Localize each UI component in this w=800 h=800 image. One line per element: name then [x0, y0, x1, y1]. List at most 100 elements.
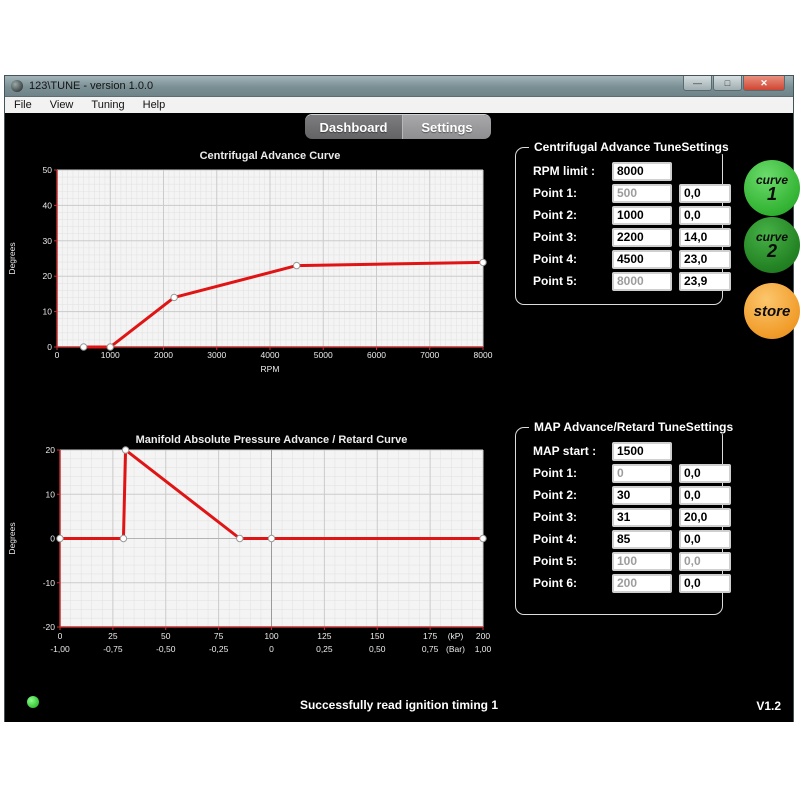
map-point1-deg-input[interactable]: [679, 464, 731, 483]
map-point6-label: Point 6:: [533, 576, 612, 590]
cent-point1-row: Point 1:: [516, 182, 722, 204]
svg-text:0,75: 0,75: [422, 644, 439, 654]
cent-point1-deg-input[interactable]: [679, 184, 731, 203]
centrifugal-panel-title: Centrifugal Advance TuneSettings: [529, 140, 734, 154]
cent-point2-deg-input[interactable]: [679, 206, 731, 225]
svg-text:50: 50: [43, 165, 53, 175]
map-point3-kpa-input[interactable]: [612, 508, 672, 527]
tab-dashboard[interactable]: Dashboard: [305, 115, 402, 139]
svg-text:8000: 8000: [474, 350, 493, 360]
tab-settings[interactable]: Settings: [402, 115, 491, 139]
menu-file[interactable]: File: [5, 99, 41, 111]
svg-text:6000: 6000: [367, 350, 386, 360]
status-message: Successfully read ignition timing 1: [5, 698, 793, 712]
svg-text:50: 50: [161, 631, 171, 641]
cent-point4-deg-input[interactable]: [679, 250, 731, 269]
svg-text:0,50: 0,50: [369, 644, 386, 654]
svg-text:1000: 1000: [101, 350, 120, 360]
rpm-limit-row: RPM limit :: [516, 160, 722, 182]
map-point4-kpa-input[interactable]: [612, 530, 672, 549]
map-start-row: MAP start :: [516, 440, 722, 462]
menu-tuning[interactable]: Tuning: [82, 99, 133, 111]
map-point2-row: Point 2:: [516, 484, 722, 506]
maximize-button[interactable]: □: [713, 76, 742, 91]
map-point6-kpa-input: [612, 574, 672, 593]
title-bar[interactable]: 123\TUNE - version 1.0.0 — □ ✕: [5, 76, 793, 97]
window-title: 123\TUNE - version 1.0.0: [29, 80, 153, 92]
centrifugal-advance-chart: 0100020003000400050006000700080000102030…: [5, 143, 505, 384]
svg-text:RPM: RPM: [261, 364, 280, 374]
svg-text:2000: 2000: [154, 350, 173, 360]
map-point6-deg-input[interactable]: [679, 574, 731, 593]
cent-point4-rpm-input[interactable]: [612, 250, 672, 269]
map-point2-label: Point 2:: [533, 488, 612, 502]
svg-text:25: 25: [108, 631, 118, 641]
map-panel-title: MAP Advance/Retard TuneSettings: [529, 420, 738, 434]
svg-text:-10: -10: [43, 578, 56, 588]
svg-text:0: 0: [50, 534, 55, 544]
map-point4-label: Point 4:: [533, 532, 612, 546]
svg-text:-1,00: -1,00: [50, 644, 70, 654]
window-controls: — □ ✕: [683, 76, 785, 91]
curve-point: [122, 447, 128, 453]
minimize-button[interactable]: —: [683, 76, 712, 91]
cent-point3-row: Point 3:: [516, 226, 722, 248]
svg-text:0,25: 0,25: [316, 644, 333, 654]
svg-text:-0,75: -0,75: [103, 644, 123, 654]
maximize-icon: □: [725, 79, 730, 88]
curve-2-button[interactable]: curve 2: [744, 217, 800, 273]
cent-point4-label: Point 4:: [533, 252, 612, 266]
svg-text:(Bar): (Bar): [446, 644, 465, 654]
cent-point4-row: Point 4:: [516, 248, 722, 270]
map-start-input[interactable]: [612, 442, 672, 461]
svg-text:-20: -20: [43, 622, 56, 632]
cent-point2-row: Point 2:: [516, 204, 722, 226]
svg-text:Manifold Absolute Pressure Adv: Manifold Absolute Pressure Advance / Ret…: [136, 434, 408, 446]
rpm-limit-input[interactable]: [612, 162, 672, 181]
curve-point: [480, 535, 486, 541]
svg-text:30: 30: [43, 236, 53, 246]
map-point6-row: Point 6:: [516, 572, 722, 594]
centrifugal-settings-panel: Centrifugal Advance TuneSettings RPM lim…: [515, 147, 723, 305]
cent-point5-row: Point 5:: [516, 270, 722, 292]
map-point5-kpa-input: [612, 552, 672, 571]
svg-text:10: 10: [43, 307, 53, 317]
svg-text:Degrees: Degrees: [7, 522, 17, 554]
curve-point: [57, 535, 63, 541]
map-point4-row: Point 4:: [516, 528, 722, 550]
map-point1-label: Point 1:: [533, 466, 612, 480]
svg-text:(kP): (kP): [448, 631, 464, 641]
cent-point3-rpm-input[interactable]: [612, 228, 672, 247]
map-point4-deg-input[interactable]: [679, 530, 731, 549]
curve-point: [80, 344, 86, 350]
curve-point: [237, 535, 243, 541]
map-point5-deg-input: [679, 552, 731, 571]
cent-point2-rpm-input[interactable]: [612, 206, 672, 225]
curve-point: [293, 262, 299, 268]
svg-text:75: 75: [214, 631, 224, 641]
svg-text:0: 0: [55, 350, 60, 360]
map-point2-deg-input[interactable]: [679, 486, 731, 505]
curve-1-button[interactable]: curve 1: [744, 160, 800, 216]
svg-text:20: 20: [43, 271, 53, 281]
svg-text:0: 0: [47, 342, 52, 352]
svg-text:4000: 4000: [261, 350, 280, 360]
main-content: Dashboard Settings 010002000300040005000…: [5, 113, 793, 722]
close-button[interactable]: ✕: [743, 76, 785, 91]
svg-text:125: 125: [317, 631, 331, 641]
menu-help[interactable]: Help: [134, 99, 175, 111]
cent-point3-deg-input[interactable]: [679, 228, 731, 247]
svg-text:5000: 5000: [314, 350, 333, 360]
cent-point5-deg-input[interactable]: [679, 272, 731, 291]
map-advance-retard-chart: 0-1,0025-0,7550-0,5075-0,2510001250,2515…: [5, 427, 505, 672]
store-button[interactable]: store: [744, 283, 800, 339]
curve-point: [268, 535, 274, 541]
curve-point: [171, 294, 177, 300]
menu-view[interactable]: View: [41, 99, 83, 111]
svg-text:-0,50: -0,50: [156, 644, 176, 654]
map-point2-kpa-input[interactable]: [612, 486, 672, 505]
svg-text:Centrifugal Advance Curve: Centrifugal Advance Curve: [200, 150, 341, 162]
map-point3-deg-input[interactable]: [679, 508, 731, 527]
curve-point: [120, 535, 126, 541]
cent-point1-label: Point 1:: [533, 186, 612, 200]
